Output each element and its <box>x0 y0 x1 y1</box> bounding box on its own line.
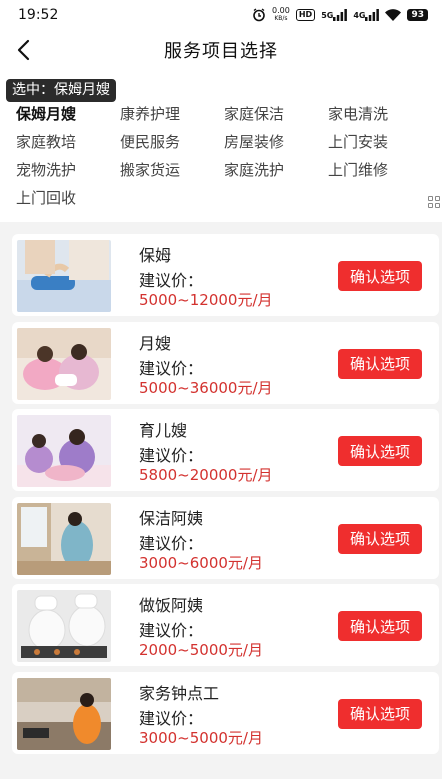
service-image <box>17 327 111 400</box>
service-name: 保姆 <box>139 246 172 265</box>
service-image <box>17 415 111 487</box>
confirm-button[interactable]: 确认选项 <box>338 698 422 729</box>
status-icons: 0.00 KB/s HD 5G 4G 93 <box>252 7 428 23</box>
hd-icon: HD <box>295 9 316 21</box>
service-card: 保洁阿姨 建议价： 3000~6000元/月 确认选项 <box>12 496 439 579</box>
service-name: 做饭阿姨 <box>139 596 204 615</box>
price-label: 建议价： <box>139 358 204 378</box>
category-item[interactable]: 房屋装修 <box>224 132 328 152</box>
chevron-left-icon <box>17 39 30 61</box>
header: 服务项目选择 <box>0 30 442 70</box>
grid-view-icon[interactable] <box>428 196 442 210</box>
service-card: 家务钟点工 建议价： 3000~5000元/月 确认选项 <box>12 671 439 754</box>
service-image <box>17 590 111 662</box>
price-label: 建议价： <box>139 621 204 640</box>
net-speed: 0.00 KB/s <box>272 6 290 23</box>
service-name: 保洁阿姨 <box>139 508 204 528</box>
service-image <box>17 502 111 575</box>
alarm-icon <box>252 8 266 22</box>
price-range: 5000~12000元/月 <box>139 291 273 309</box>
page-title: 服务项目选择 <box>164 41 278 62</box>
category-item[interactable]: 家电清洗 <box>328 104 432 124</box>
category-item[interactable]: 保姆月嫂 <box>16 104 120 124</box>
price-range: 5000~36000元/月 <box>139 378 273 397</box>
service-image <box>17 240 111 312</box>
category-item[interactable]: 家庭保洁 <box>224 104 328 124</box>
confirm-button[interactable]: 确认选项 <box>338 261 422 291</box>
service-image <box>17 677 111 750</box>
price-label: 建议价： <box>139 271 204 290</box>
battery-icon: 93 <box>407 9 428 21</box>
confirm-button[interactable]: 确认选项 <box>338 436 422 466</box>
price-range: 3000~5000元/月 <box>139 728 263 747</box>
signal-5g-icon: 5G <box>321 9 348 21</box>
service-list: 保姆 建议价： 5000~12000元/月 确认选项 月嫂 建议价： 5000~… <box>0 222 442 779</box>
status-time: 19:52 <box>18 7 59 23</box>
price-label: 建议价： <box>139 533 204 553</box>
price-range: 5800~20000元/月 <box>139 466 273 484</box>
service-name: 育儿嫂 <box>139 421 188 440</box>
confirm-button[interactable]: 确认选项 <box>338 611 422 641</box>
category-grid: 保姆月嫂 康养护理 家庭保洁 家电清洗 家庭教培 便民服务 房屋装修 上门安装 … <box>16 104 406 208</box>
back-button[interactable] <box>10 36 38 64</box>
price-range: 2000~5000元/月 <box>139 641 263 659</box>
category-item[interactable]: 家庭洗护 <box>224 160 328 180</box>
category-item[interactable]: 宠物洗护 <box>16 160 120 180</box>
service-card: 月嫂 建议价： 5000~36000元/月 确认选项 <box>12 321 439 404</box>
price-label: 建议价： <box>139 446 204 465</box>
service-card: 做饭阿姨 建议价： 2000~5000元/月 确认选项 <box>12 584 439 666</box>
category-item[interactable]: 上门回收 <box>16 188 120 208</box>
service-name: 月嫂 <box>139 333 172 353</box>
wifi-icon <box>385 9 402 21</box>
category-item[interactable]: 家庭教培 <box>16 132 120 152</box>
selected-tag: 选中：保姆月嫂 <box>6 79 116 102</box>
service-card: 保姆 建议价： 5000~12000元/月 确认选项 <box>12 234 439 316</box>
category-item[interactable]: 上门维修 <box>328 160 432 180</box>
service-name: 家务钟点工 <box>139 683 220 703</box>
category-item[interactable]: 搬家货运 <box>120 160 224 180</box>
price-label: 建议价： <box>139 708 204 728</box>
signal-4g-icon: 4G <box>353 9 380 21</box>
status-bar: 19:52 0.00 KB/s HD 5G 4G 93 <box>0 0 442 30</box>
confirm-button[interactable]: 确认选项 <box>338 523 422 554</box>
category-item[interactable]: 康养护理 <box>120 104 224 124</box>
price-range: 3000~6000元/月 <box>139 553 263 572</box>
service-card: 育儿嫂 建议价： 5800~20000元/月 确认选项 <box>12 409 439 491</box>
category-item[interactable]: 上门安装 <box>328 132 432 152</box>
category-item[interactable]: 便民服务 <box>120 132 224 152</box>
confirm-button[interactable]: 确认选项 <box>338 348 422 379</box>
